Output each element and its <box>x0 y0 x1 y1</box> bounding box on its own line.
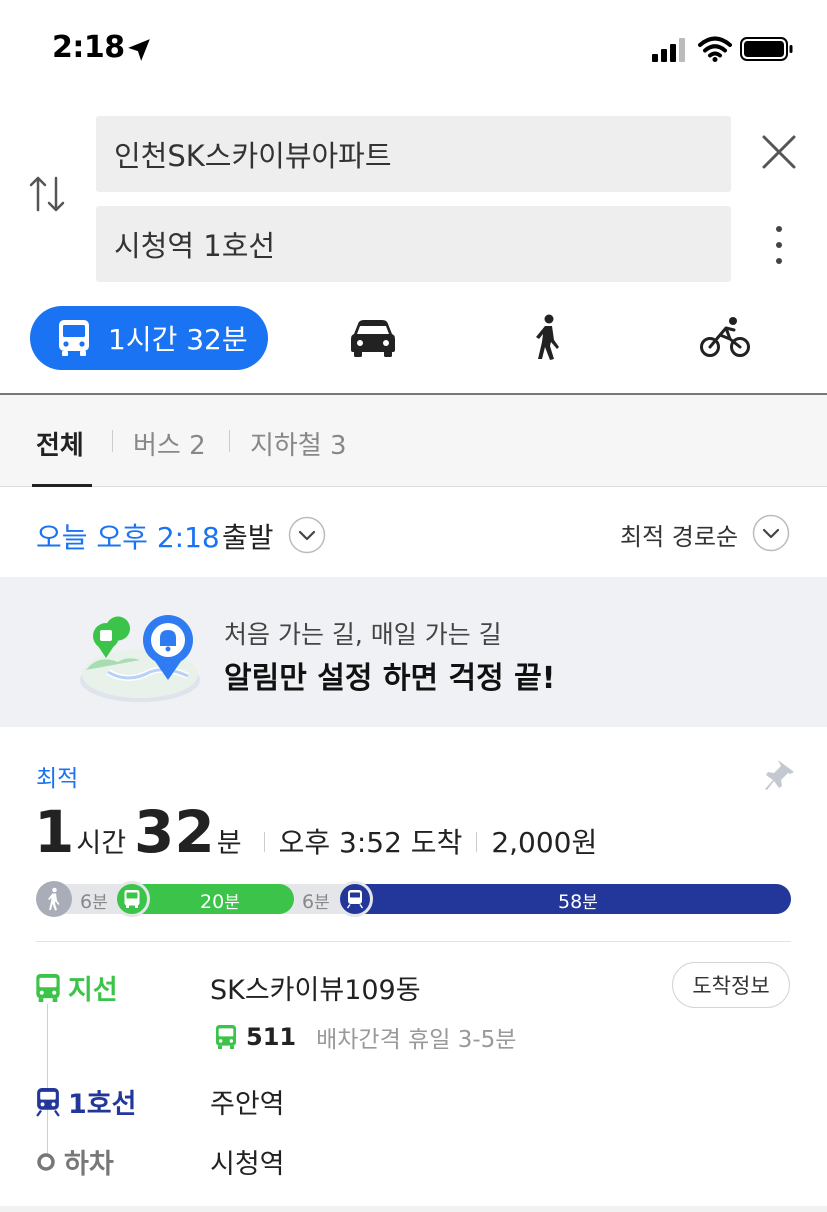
card-divider <box>36 941 791 942</box>
tab-bus[interactable]: 버스 2 <box>133 425 206 462</box>
step-subway-type: 1호선 <box>34 1082 136 1121</box>
origin-input[interactable]: 인천SK스카이뷰아파트 <box>96 116 731 192</box>
sort-order[interactable]: 최적 경로순 <box>620 517 738 552</box>
map-alarm-illustration <box>80 615 200 702</box>
tab-separator <box>229 430 230 452</box>
location-arrow-icon <box>128 39 150 61</box>
bus-duration: 20분 <box>200 891 240 913</box>
alight-circle-icon <box>37 1152 55 1171</box>
subway-icon <box>337 881 373 917</box>
tab-all[interactable]: 전체 <box>36 425 84 462</box>
step-alight-type: 하차 <box>34 1142 114 1181</box>
subway-boarding-station: 주안역 <box>210 1089 285 1120</box>
subway-duration: 58분 <box>558 891 598 913</box>
arrival-time: 오후 3:52 도착 <box>278 826 463 859</box>
summary-separator <box>476 832 478 852</box>
banner-subtitle: 처음 가는 길, 매일 가는 길 <box>224 620 502 649</box>
duration-minutes: 32 <box>134 798 215 866</box>
chevron-down-icon[interactable] <box>752 514 790 552</box>
tab-separator <box>112 430 113 452</box>
walk-duration: 6분 <box>80 891 108 913</box>
tab-subway[interactable]: 지하철 3 <box>250 425 347 462</box>
duration-minutes-unit: 분 <box>216 828 242 859</box>
wifi-icon <box>698 36 732 62</box>
bus-interval: 배차간격 휴일 3-5분 <box>316 1027 517 1053</box>
bus-icon <box>216 1025 236 1049</box>
more-options-icon[interactable] <box>770 224 788 266</box>
chevron-down-icon[interactable] <box>288 516 326 554</box>
cellular-signal-icon <box>652 38 685 62</box>
step-bus-type: 지선 <box>34 968 118 1007</box>
bus-icon <box>59 320 89 356</box>
bicycle-icon[interactable] <box>700 316 750 358</box>
pin-icon[interactable] <box>764 758 796 794</box>
banner-title: 알림만 설정 하면 걱정 끝! <box>224 661 556 696</box>
duration-hours: 1 <box>34 798 75 866</box>
swap-direction-icon[interactable] <box>26 170 70 218</box>
bus-icon <box>36 973 60 1002</box>
departure-suffix[interactable]: 출발 <box>222 516 274 556</box>
bus-number: 511 <box>246 1023 297 1051</box>
walk-icon <box>36 881 72 917</box>
car-icon[interactable] <box>350 318 396 358</box>
walk-icon[interactable] <box>532 314 564 360</box>
best-route-badge: 최적 <box>36 766 79 792</box>
walk-duration: 6분 <box>302 891 330 913</box>
status-time: 2:18 <box>52 30 125 65</box>
duration-hours-unit: 시간 <box>76 828 127 859</box>
subway-icon <box>36 1087 60 1117</box>
bus-route-info[interactable]: 511 배차간격 휴일 3-5분 <box>214 1020 516 1054</box>
timeline-line <box>47 1004 48 1154</box>
mode-transit-tab[interactable]: 1시간 32분 <box>30 306 268 370</box>
card-bottom-edge <box>0 1206 827 1212</box>
battery-icon <box>740 37 793 61</box>
mode-transit-label: 1시간 32분 <box>108 323 248 356</box>
destination-input[interactable]: 시청역 1호선 <box>96 206 731 282</box>
departure-time[interactable]: 오늘 오후 2:18 <box>36 516 220 556</box>
bus-icon <box>114 881 150 917</box>
tab-active-indicator <box>32 484 92 487</box>
bus-boarding-stop: SK스카이뷰109동 <box>210 975 421 1006</box>
alight-station: 시청역 <box>210 1149 285 1180</box>
arrival-info-button[interactable]: 도착정보 <box>672 962 790 1008</box>
route-summary[interactable]: 1 시간 32 분 오후 3:52 도착 2,000원 <box>34 798 597 866</box>
summary-separator <box>263 832 265 852</box>
fare: 2,000원 <box>491 826 598 859</box>
close-icon[interactable] <box>760 133 798 171</box>
filter-bar <box>0 395 827 487</box>
